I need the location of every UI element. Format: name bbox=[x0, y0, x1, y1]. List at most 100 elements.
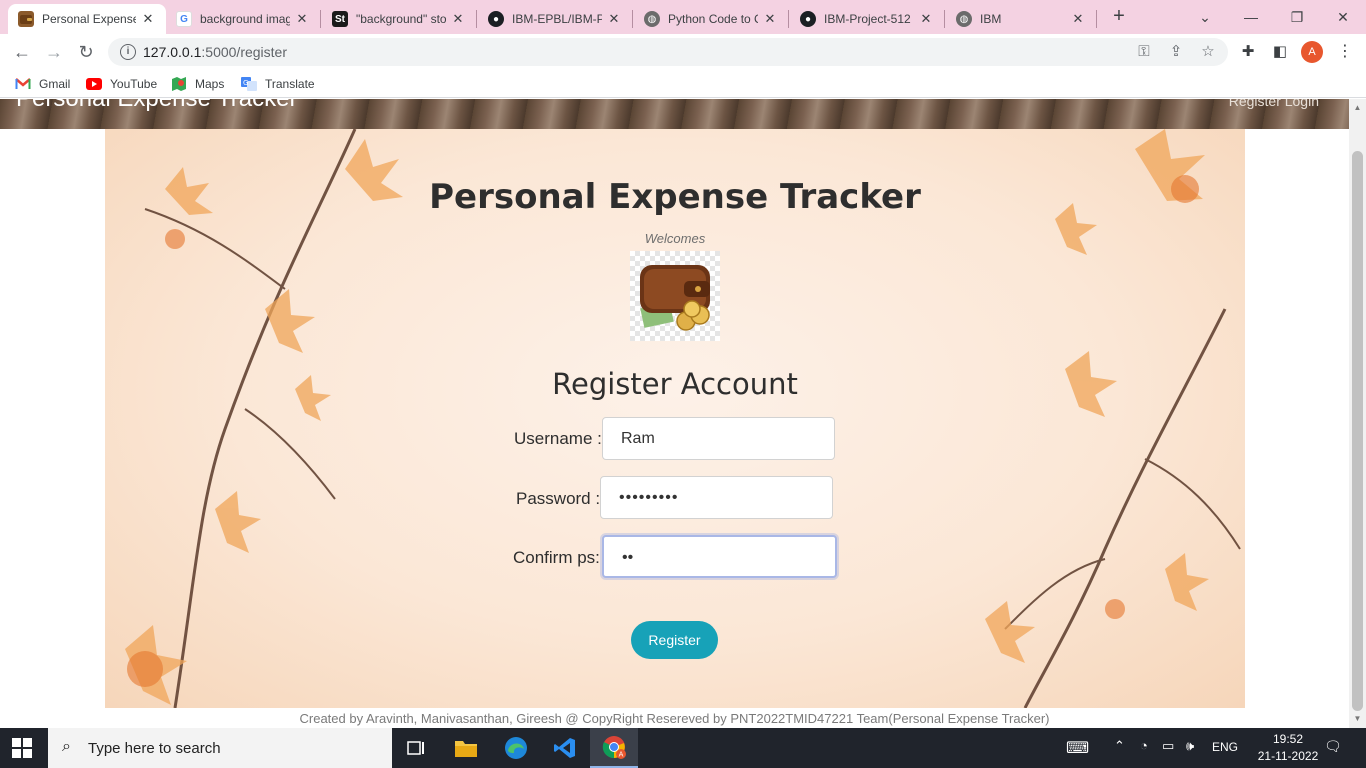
tab-separator bbox=[788, 10, 789, 28]
task-view-button[interactable] bbox=[392, 728, 440, 768]
footer-credits: Created by Aravinth, Manivasanthan, Gire… bbox=[299, 711, 1050, 726]
tab-separator bbox=[476, 10, 477, 28]
close-icon[interactable]: ✕ bbox=[762, 11, 778, 27]
volume-icon[interactable]: 🕪 bbox=[1186, 738, 1194, 754]
address-bar[interactable]: i 127.0.0.1:5000/register ⚿ ⇪ ☆ bbox=[108, 38, 1228, 66]
battery-icon[interactable]: ▭ bbox=[1162, 738, 1174, 754]
close-icon[interactable]: ✕ bbox=[294, 11, 310, 27]
tab-strip: Personal Expense ✕ G background imag ✕ S… bbox=[0, 0, 1366, 34]
tab-separator bbox=[632, 10, 633, 28]
bookmark-label: Gmail bbox=[39, 77, 71, 91]
restore-icon: ❐ bbox=[1290, 8, 1304, 25]
scroll-down-icon[interactable]: ▼ bbox=[1349, 712, 1366, 726]
tab-title: "background" sto bbox=[356, 12, 446, 26]
password-field[interactable]: ••••••••• bbox=[600, 476, 833, 519]
star-icon[interactable]: ☆ bbox=[1198, 42, 1218, 62]
taskbar-search-box[interactable]: ⌕ Type here to search bbox=[48, 728, 392, 768]
bookmark-translate[interactable]: G Translate bbox=[241, 75, 315, 93]
bookmark-maps[interactable]: Maps bbox=[171, 75, 224, 93]
extensions-icon[interactable]: ✚ bbox=[1238, 42, 1258, 62]
share-icon[interactable]: ⇪ bbox=[1166, 42, 1186, 62]
clock-date: 21-11-2022 bbox=[1257, 749, 1319, 763]
bookmarks-bar: Gmail YouTube Maps G Translate bbox=[0, 70, 1366, 98]
close-icon[interactable]: ✕ bbox=[450, 11, 466, 27]
key-icon[interactable]: ⚿ bbox=[1134, 42, 1154, 62]
minimize-button[interactable]: — bbox=[1228, 0, 1274, 34]
search-placeholder: Type here to search bbox=[88, 740, 221, 757]
bookmark-label: Translate bbox=[265, 77, 315, 91]
url-host: 127.0.0.1 bbox=[143, 44, 202, 60]
keyboard-icon[interactable]: ⌨ bbox=[1066, 738, 1089, 758]
forward-button[interactable]: → bbox=[40, 38, 68, 66]
banner-nav-links[interactable]: Register Login bbox=[1229, 99, 1319, 109]
globe-icon: ◍ bbox=[644, 11, 660, 27]
system-clock[interactable]: 19:52 21-11-2022 bbox=[1248, 731, 1328, 765]
username-field[interactable]: Ram bbox=[602, 417, 835, 460]
tab-background-stock[interactable]: St "background" sto ✕ bbox=[322, 4, 476, 34]
close-window-button[interactable]: ✕ bbox=[1320, 0, 1366, 34]
bookmark-gmail[interactable]: Gmail bbox=[15, 75, 70, 93]
app-title: Personal Expense Tracker bbox=[429, 177, 921, 217]
side-panel-icon[interactable]: ◧ bbox=[1270, 42, 1290, 62]
tab-ibm[interactable]: ◍ IBM ✕ bbox=[946, 4, 1096, 34]
windows-taskbar: ⌕ Type here to search A ⌨ ⌃ ◔ ▭ 🕪 ENG 19… bbox=[0, 728, 1366, 768]
folder-icon bbox=[455, 741, 477, 757]
chrome-icon: A bbox=[602, 736, 626, 759]
wifi-icon[interactable]: ◔ bbox=[1140, 738, 1148, 753]
github-icon: ● bbox=[488, 11, 504, 27]
scrollbar-thumb[interactable] bbox=[1352, 151, 1363, 711]
confirm-password-field[interactable]: •• bbox=[602, 535, 837, 578]
profile-avatar[interactable]: A bbox=[1301, 41, 1323, 63]
tab-separator bbox=[944, 10, 945, 28]
bookmark-youtube[interactable]: YouTube bbox=[86, 75, 157, 93]
back-button[interactable]: ← bbox=[8, 38, 36, 66]
tab-title: Personal Expense bbox=[42, 12, 136, 26]
windows-start-button[interactable] bbox=[12, 738, 32, 758]
tab-ibm-project[interactable]: ● IBM-Project-512 ✕ bbox=[790, 4, 944, 34]
tab-search-button[interactable]: ⌄ bbox=[1182, 0, 1228, 34]
password-label: Password : bbox=[516, 489, 601, 508]
tab-title: IBM bbox=[980, 12, 1002, 26]
new-tab-button[interactable]: + bbox=[1108, 6, 1130, 28]
tab-python-code[interactable]: ◍ Python Code to C ✕ bbox=[634, 4, 788, 34]
tab-title: background imag bbox=[200, 12, 290, 26]
wallet-logo bbox=[630, 251, 720, 341]
close-icon[interactable]: ✕ bbox=[140, 11, 156, 27]
file-explorer-button[interactable] bbox=[442, 728, 490, 768]
chrome-button[interactable]: A bbox=[590, 728, 638, 768]
restore-button[interactable]: ❐ bbox=[1274, 0, 1320, 34]
close-icon[interactable]: ✕ bbox=[606, 11, 622, 27]
task-view-icon bbox=[407, 741, 424, 755]
info-icon[interactable]: i bbox=[120, 44, 136, 60]
stock-icon: St bbox=[332, 11, 348, 27]
url-path: :5000/register bbox=[201, 44, 287, 60]
close-icon: ✕ bbox=[1337, 8, 1349, 25]
banner-title: Personal Expense Tracker bbox=[16, 99, 297, 113]
reload-button[interactable]: ↻ bbox=[72, 38, 100, 66]
tab-personal-expense[interactable]: Personal Expense ✕ bbox=[8, 4, 166, 34]
page-scrollbar[interactable]: ▲ ▼ bbox=[1349, 99, 1366, 728]
register-card: Personal Expense Tracker Welcomes Regist… bbox=[105, 129, 1245, 708]
welcome-text: Welcomes bbox=[644, 231, 706, 246]
username-label: Username : bbox=[514, 429, 602, 448]
url-text[interactable]: 127.0.0.1:5000/register bbox=[143, 44, 287, 60]
close-icon[interactable]: ✕ bbox=[918, 11, 934, 27]
tab-ibm-epbl[interactable]: ● IBM-EPBL/IBM-P ✕ bbox=[478, 4, 632, 34]
search-icon: ⌕ bbox=[62, 738, 71, 755]
header-banner: Personal Expense Tracker Register Login bbox=[0, 99, 1349, 129]
register-button[interactable]: Register bbox=[631, 621, 718, 659]
language-indicator[interactable]: ENG bbox=[1212, 740, 1238, 754]
edge-browser-button[interactable] bbox=[492, 728, 540, 768]
tab-background-images[interactable]: G background imag ✕ bbox=[166, 4, 320, 34]
arrow-right-icon: → bbox=[45, 41, 63, 62]
tab-separator bbox=[320, 10, 321, 28]
scroll-up-icon[interactable]: ▲ bbox=[1349, 101, 1366, 115]
register-heading: Register Account bbox=[552, 367, 798, 401]
notification-icon[interactable]: 🗨 bbox=[1324, 738, 1344, 758]
close-icon[interactable]: ✕ bbox=[1070, 11, 1086, 27]
menu-icon[interactable]: ⋮ bbox=[1336, 40, 1354, 64]
vscode-button[interactable] bbox=[541, 728, 589, 768]
chevron-up-icon[interactable]: ⌃ bbox=[1114, 738, 1125, 754]
browser-toolbar: ← → ↻ i 127.0.0.1:5000/register ⚿ ⇪ ☆ ✚ … bbox=[0, 34, 1366, 70]
github-icon: ● bbox=[800, 11, 816, 27]
